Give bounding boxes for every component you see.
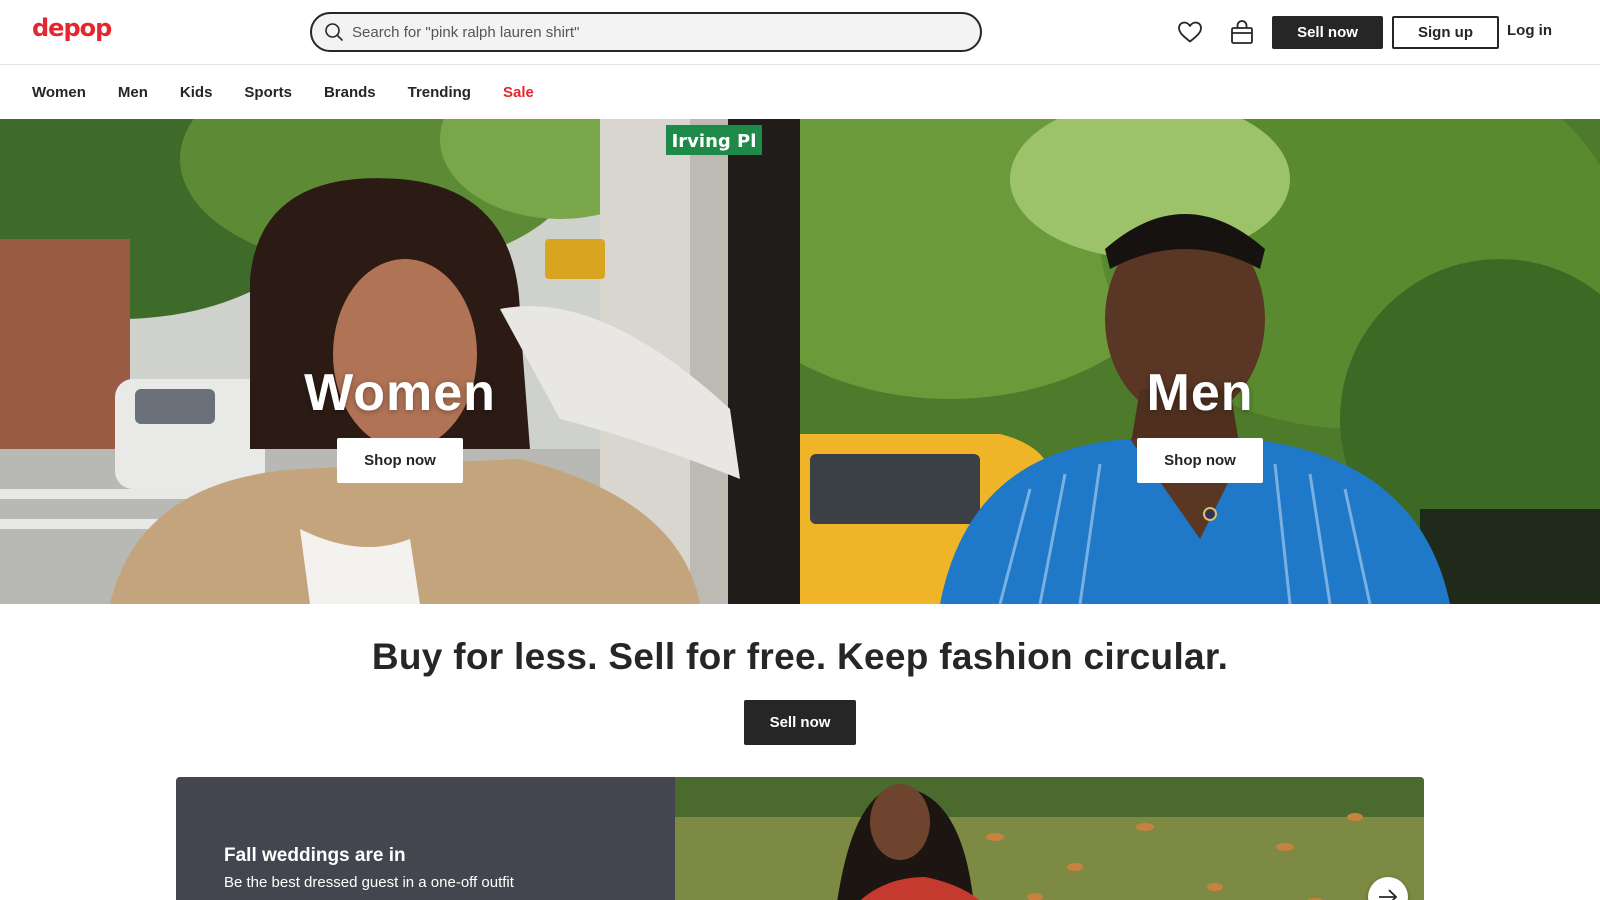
promo-banner[interactable]: Fall weddings are in Be the best dressed… — [176, 777, 1424, 900]
bag-icon — [1231, 20, 1253, 44]
tagline-sell-now-button[interactable]: Sell now — [744, 700, 856, 745]
hero-men[interactable]: Men Shop now — [800, 119, 1600, 604]
log-in-link[interactable]: Log in — [1507, 22, 1552, 39]
sign-up-button[interactable]: Sign up — [1392, 16, 1499, 49]
promo-image — [675, 777, 1424, 900]
search-input[interactable] — [352, 14, 972, 50]
promo-subtitle: Be the best dressed guest in a one-off o… — [224, 874, 514, 891]
search-icon — [325, 23, 343, 41]
heart-icon — [1178, 21, 1202, 43]
bag-button[interactable] — [1228, 18, 1256, 46]
top-header: depop Sell now Sign up Log in — [0, 0, 1600, 65]
category-nav: Women Men Kids Sports Brands Trending Sa… — [0, 65, 1600, 119]
shop-women-button[interactable]: Shop now — [337, 438, 463, 483]
saved-items-button[interactable] — [1176, 18, 1204, 46]
shop-men-button[interactable]: Shop now — [1137, 438, 1263, 483]
search-bar[interactable] — [310, 12, 982, 52]
hero-men-title: Men — [1146, 364, 1254, 422]
nav-item-trending[interactable]: Trending — [408, 84, 471, 101]
nav-item-men[interactable]: Men — [118, 84, 148, 101]
tagline-heading: Buy for less. Sell for free. Keep fashio… — [371, 636, 1229, 677]
promo-text-panel: Fall weddings are in Be the best dressed… — [176, 777, 675, 900]
nav-item-brands[interactable]: Brands — [324, 84, 376, 101]
sell-now-button[interactable]: Sell now — [1272, 16, 1383, 49]
nav-item-sports[interactable]: Sports — [244, 84, 292, 101]
depop-logo[interactable]: depop — [32, 14, 112, 42]
street-sign: Irving Pl — [672, 131, 757, 152]
hero-men-image — [800, 119, 1600, 604]
nav-item-kids[interactable]: Kids — [180, 84, 213, 101]
hero-women-image: Irving Pl — [0, 119, 800, 604]
hero-women-title: Women — [304, 364, 496, 422]
promo-title: Fall weddings are in — [224, 845, 406, 866]
hero-women[interactable]: Irving Pl Women Shop now — [0, 119, 800, 604]
nav-item-sale[interactable]: Sale — [503, 84, 534, 101]
nav-item-women[interactable]: Women — [32, 84, 86, 101]
arrow-right-icon — [1379, 889, 1398, 900]
